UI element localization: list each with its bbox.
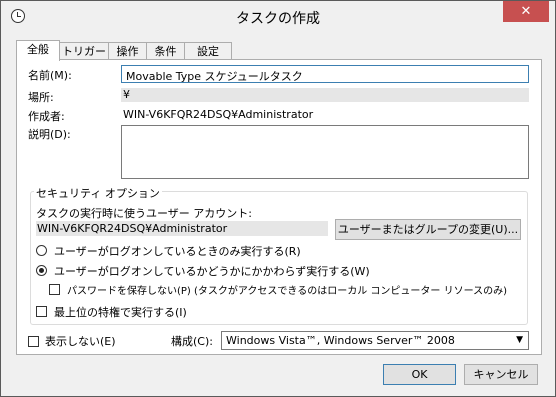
highest-privileges-checkbox[interactable] bbox=[36, 306, 47, 317]
hidden-checkbox[interactable] bbox=[28, 336, 39, 347]
run-as-label: タスクの実行時に使うユーザー アカウント: bbox=[36, 207, 252, 220]
highest-privileges-label[interactable]: 最上位の特権で実行する(I) bbox=[54, 304, 187, 320]
location-label: 場所: bbox=[28, 91, 54, 104]
ok-button[interactable]: OK bbox=[383, 364, 456, 385]
configure-label: 構成(C): bbox=[171, 335, 213, 348]
radio-logged-on[interactable] bbox=[36, 245, 47, 256]
cancel-button[interactable]: キャンセル bbox=[464, 364, 538, 385]
location-value: ¥ bbox=[123, 88, 130, 101]
configure-select[interactable]: Windows Vista™, Windows Server™ 2008 ▼ bbox=[221, 331, 529, 350]
description-label: 説明(D): bbox=[28, 128, 71, 141]
close-button[interactable]: ✕ bbox=[503, 1, 549, 22]
window-title: タスクの作成 bbox=[236, 11, 320, 27]
tab-general[interactable]: 全般 bbox=[16, 40, 60, 61]
configure-value: Windows Vista™, Windows Server™ 2008 bbox=[226, 334, 455, 347]
name-label: 名前(M): bbox=[28, 69, 72, 82]
hidden-label[interactable]: 表示しない(E) bbox=[45, 333, 116, 349]
radio-whether-logged-on[interactable] bbox=[36, 265, 47, 276]
tab-settings[interactable]: 設定 bbox=[184, 42, 232, 59]
no-store-password-label[interactable]: パスワードを保存しない(P) (タスクがアクセスできるのはローカル コンピュータ… bbox=[67, 282, 507, 297]
radio-whether-logged-on-label[interactable]: ユーザーがログオンしているかどうかにかかわらず実行する(W) bbox=[54, 263, 370, 279]
tab-conditions[interactable]: 条件 bbox=[146, 42, 185, 59]
tab-triggers[interactable]: トリガー bbox=[59, 42, 109, 59]
description-textarea[interactable] bbox=[121, 125, 529, 179]
change-user-button[interactable]: ユーザーまたはグループの変更(U)... bbox=[335, 219, 521, 240]
chevron-down-icon: ▼ bbox=[516, 335, 523, 345]
location-bar bbox=[121, 88, 529, 102]
run-as-value: WIN-V6KFQR24DSQ¥Administrator bbox=[37, 222, 228, 235]
author-value: WIN-V6KFQR24DSQ¥Administrator bbox=[123, 108, 314, 121]
create-task-dialog: タスクの作成 ✕ 全般 トリガー 操作 条件 設定 名前(M): Movable… bbox=[0, 0, 556, 397]
author-label: 作成者: bbox=[28, 110, 65, 123]
no-store-password-checkbox[interactable] bbox=[49, 284, 60, 295]
security-options-legend: セキュリティ オプション bbox=[34, 185, 162, 201]
tab-actions[interactable]: 操作 bbox=[108, 42, 147, 59]
name-input[interactable]: Movable Type スケジュールタスク bbox=[121, 65, 529, 83]
close-icon: ✕ bbox=[520, 4, 532, 19]
title-bar: タスクの作成 ✕ bbox=[1, 1, 555, 31]
radio-logged-on-label[interactable]: ユーザーがログオンしているときのみ実行する(R) bbox=[54, 243, 301, 259]
